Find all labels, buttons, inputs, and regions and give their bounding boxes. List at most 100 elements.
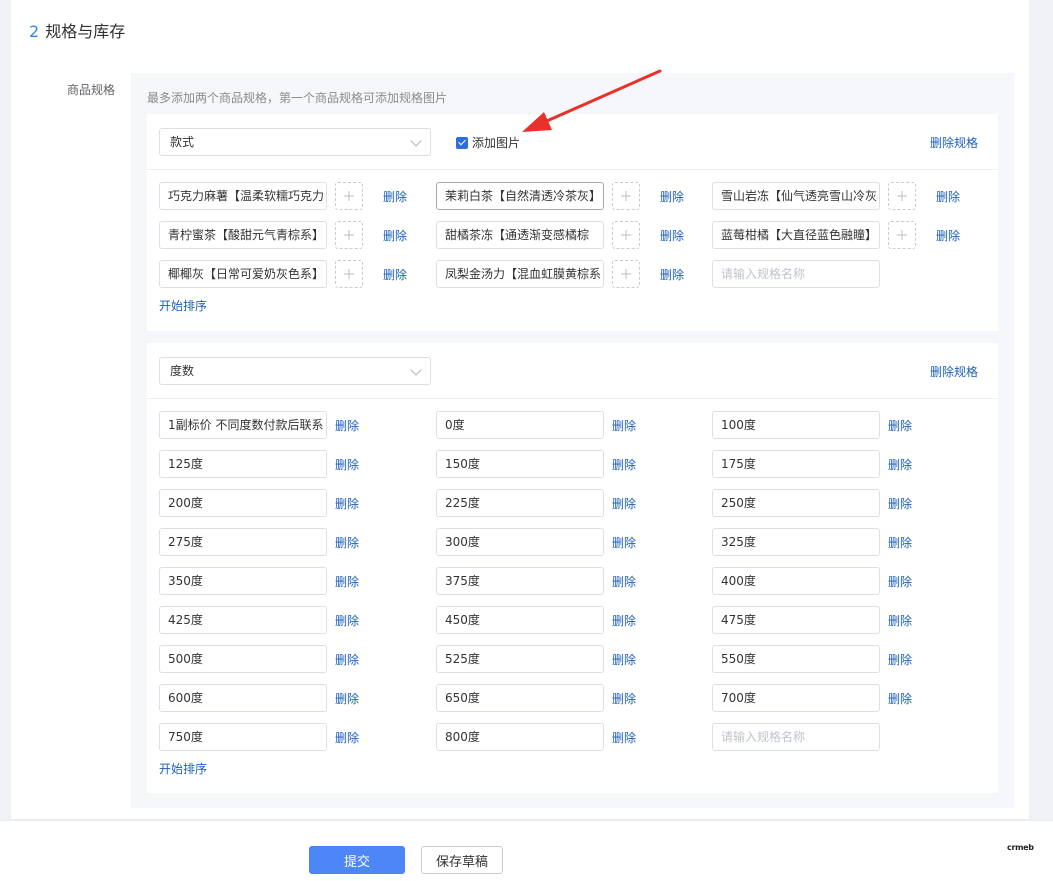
delete-value-button[interactable]: 删除: [335, 651, 359, 668]
delete-value-button[interactable]: 删除: [612, 651, 636, 668]
add-image-icon[interactable]: [888, 182, 916, 210]
delete-spec-button[interactable]: 删除规格: [930, 134, 978, 151]
checkbox-checked-icon[interactable]: [456, 136, 468, 149]
spec-value-input[interactable]: 225度: [436, 489, 604, 517]
spec-value-input[interactable]: 250度: [712, 489, 880, 517]
spec-value-input[interactable]: 375度: [436, 567, 604, 595]
delete-value-button[interactable]: 删除: [335, 534, 359, 551]
delete-value-button[interactable]: 删除: [612, 729, 636, 746]
spec-value-input[interactable]: 雪山岩冻【仙气透亮雪山冷灰: [712, 182, 880, 210]
delete-value-button[interactable]: 删除: [936, 227, 960, 244]
spec-value-input[interactable]: 425度: [159, 606, 327, 634]
spec-value-input[interactable]: 400度: [712, 567, 880, 595]
annotation-arrow-icon: [522, 69, 662, 132]
spec-value-input[interactable]: 100度: [712, 411, 880, 439]
add-image-icon[interactable]: [612, 182, 640, 210]
delete-value-button[interactable]: 删除: [335, 729, 359, 746]
spec-value-input[interactable]: 蓝莓柑橘【大直径蓝色融瞳】: [712, 221, 880, 249]
spec-name-select[interactable]: 度数: [159, 357, 431, 385]
chevron-down-icon: [410, 135, 422, 147]
delete-value-button[interactable]: 删除: [383, 188, 407, 205]
section-title-text: 规格与库存: [45, 22, 126, 41]
spec-value-input[interactable]: 275度: [159, 528, 327, 556]
delete-value-button[interactable]: 删除: [888, 651, 912, 668]
spec-value-item: 475度 删除: [712, 606, 912, 634]
spec-value-input[interactable]: 300度: [436, 528, 604, 556]
spec-value-item: 800度 删除: [436, 723, 636, 751]
delete-value-button[interactable]: 删除: [612, 612, 636, 629]
spec-value-input[interactable]: 550度: [712, 645, 880, 673]
delete-value-button[interactable]: 删除: [888, 612, 912, 629]
add-image-icon[interactable]: [335, 260, 363, 288]
spec-value-input[interactable]: 525度: [436, 645, 604, 673]
spec-value-input[interactable]: 巧克力麻薯【温柔软糯巧克力: [159, 182, 327, 210]
spec-value-input[interactable]: 青柠蜜茶【酸甜元气青棕系】: [159, 221, 327, 249]
spec-value-item: 雪山岩冻【仙气透亮雪山冷灰 删除: [712, 182, 960, 210]
start-sort-link[interactable]: 开始排序: [159, 760, 207, 777]
delete-value-button[interactable]: 删除: [335, 612, 359, 629]
new-spec-value-input[interactable]: 请输入规格名称: [712, 723, 880, 751]
spec-value-item: 700度 删除: [712, 684, 912, 712]
delete-value-button[interactable]: 删除: [936, 188, 960, 205]
spec-value-input[interactable]: 800度: [436, 723, 604, 751]
submit-button[interactable]: 提交: [309, 846, 405, 874]
spec-value-input[interactable]: 150度: [436, 450, 604, 478]
delete-value-button[interactable]: 删除: [612, 534, 636, 551]
spec-value-input[interactable]: 600度: [159, 684, 327, 712]
save-draft-button[interactable]: 保存草稿: [421, 846, 503, 874]
delete-value-button[interactable]: 删除: [383, 266, 407, 283]
delete-value-button[interactable]: 删除: [888, 495, 912, 512]
delete-value-button[interactable]: 删除: [335, 456, 359, 473]
delete-value-button[interactable]: 删除: [612, 573, 636, 590]
spec-value-input[interactable]: 椰椰灰【日常可爱奶灰色系】: [159, 260, 327, 288]
delete-value-button[interactable]: 删除: [660, 266, 684, 283]
delete-value-button[interactable]: 删除: [888, 456, 912, 473]
spec-value-input[interactable]: 325度: [712, 528, 880, 556]
spec-value-item: 青柠蜜茶【酸甜元气青棕系】 删除: [159, 221, 407, 249]
spec-value-input[interactable]: 200度: [159, 489, 327, 517]
chevron-down-icon: [410, 364, 422, 376]
spec-value-input[interactable]: 650度: [436, 684, 604, 712]
spec-value-input[interactable]: 1副标价 不同度数付款后联系: [159, 411, 327, 439]
delete-value-button[interactable]: 删除: [612, 495, 636, 512]
add-image-icon[interactable]: [888, 221, 916, 249]
spec-value-input[interactable]: 175度: [712, 450, 880, 478]
spec-value-input[interactable]: 0度: [436, 411, 604, 439]
spec-value-item: 蓝莓柑橘【大直径蓝色融瞳】 删除: [712, 221, 960, 249]
spec-name-select[interactable]: 款式: [159, 128, 431, 156]
spec-value-input[interactable]: 凤梨金汤力【混血虹膜黄棕系: [436, 260, 604, 288]
spec-value-input[interactable]: 甜橘茶冻【通透渐变感橘棕: [436, 221, 604, 249]
delete-value-button[interactable]: 删除: [888, 690, 912, 707]
delete-value-button[interactable]: 删除: [612, 456, 636, 473]
delete-value-button[interactable]: 删除: [335, 495, 359, 512]
delete-value-button[interactable]: 删除: [612, 417, 636, 434]
brand-logo: crmeb: [1007, 843, 1034, 852]
spec-value-input[interactable]: 茉莉白茶【自然清透冷茶灰】: [436, 182, 604, 210]
start-sort-link[interactable]: 开始排序: [159, 297, 207, 314]
add-image-icon[interactable]: [612, 260, 640, 288]
delete-value-button[interactable]: 删除: [335, 690, 359, 707]
delete-value-button[interactable]: 删除: [335, 417, 359, 434]
delete-value-button[interactable]: 删除: [888, 534, 912, 551]
spec-value-input[interactable]: 700度: [712, 684, 880, 712]
add-image-icon[interactable]: [335, 182, 363, 210]
delete-value-button[interactable]: 删除: [888, 417, 912, 434]
spec-value-input[interactable]: 450度: [436, 606, 604, 634]
spec-value-input[interactable]: 475度: [712, 606, 880, 634]
add-image-icon[interactable]: [612, 221, 640, 249]
spec-value-input[interactable]: 125度: [159, 450, 327, 478]
delete-value-button[interactable]: 删除: [888, 573, 912, 590]
new-spec-value-input[interactable]: 请输入规格名称: [712, 260, 880, 288]
spec-value-input[interactable]: 350度: [159, 567, 327, 595]
spec-value-item: 0度 删除: [436, 411, 636, 439]
delete-spec-button[interactable]: 删除规格: [930, 363, 978, 380]
delete-value-button[interactable]: 删除: [660, 227, 684, 244]
delete-value-button[interactable]: 删除: [660, 188, 684, 205]
spec-value-item: 巧克力麻薯【温柔软糯巧克力 删除: [159, 182, 407, 210]
delete-value-button[interactable]: 删除: [335, 573, 359, 590]
spec-value-input[interactable]: 750度: [159, 723, 327, 751]
delete-value-button[interactable]: 删除: [383, 227, 407, 244]
delete-value-button[interactable]: 删除: [612, 690, 636, 707]
add-image-icon[interactable]: [335, 221, 363, 249]
spec-value-input[interactable]: 500度: [159, 645, 327, 673]
